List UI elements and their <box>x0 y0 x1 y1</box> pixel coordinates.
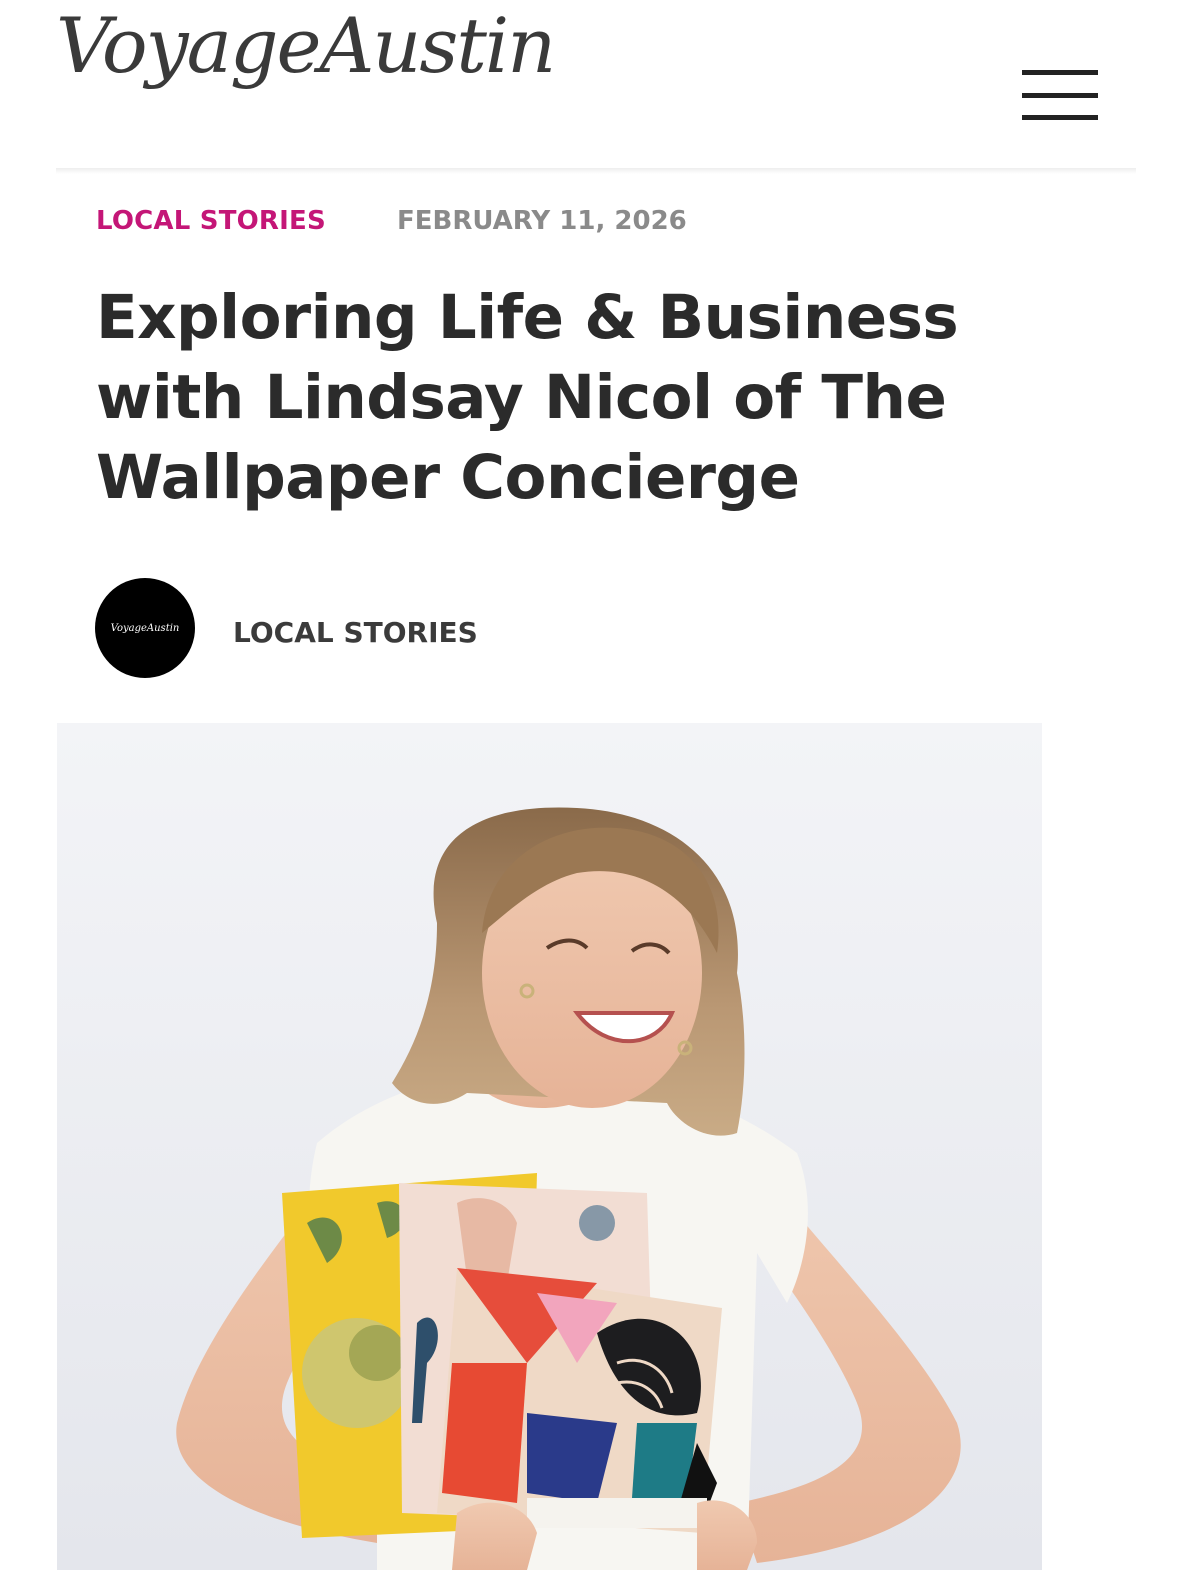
author-name-link[interactable]: LOCAL STORIES <box>233 616 478 649</box>
header-divider <box>56 168 1136 174</box>
author-avatar[interactable]: VoyageAustin <box>95 578 195 678</box>
hero-photo-illustration <box>57 723 1042 1570</box>
post-date: FEBRUARY 11, 2026 <box>397 206 687 236</box>
article-title: Exploring Life & Business with Lindsay N… <box>96 282 959 513</box>
menu-bar <box>1022 115 1098 120</box>
menu-bar <box>1022 70 1098 75</box>
site-logo[interactable]: VoyageAustin <box>56 8 556 84</box>
menu-bar <box>1022 93 1098 98</box>
avatar-logo-text: VoyageAustin <box>110 622 180 634</box>
hamburger-menu-icon[interactable] <box>1016 64 1098 124</box>
category-link[interactable]: LOCAL STORIES <box>96 206 326 236</box>
hero-image <box>57 723 1042 1570</box>
page: VoyageAustin LOCAL STORIES FEBRUARY 11, … <box>0 0 1179 1570</box>
